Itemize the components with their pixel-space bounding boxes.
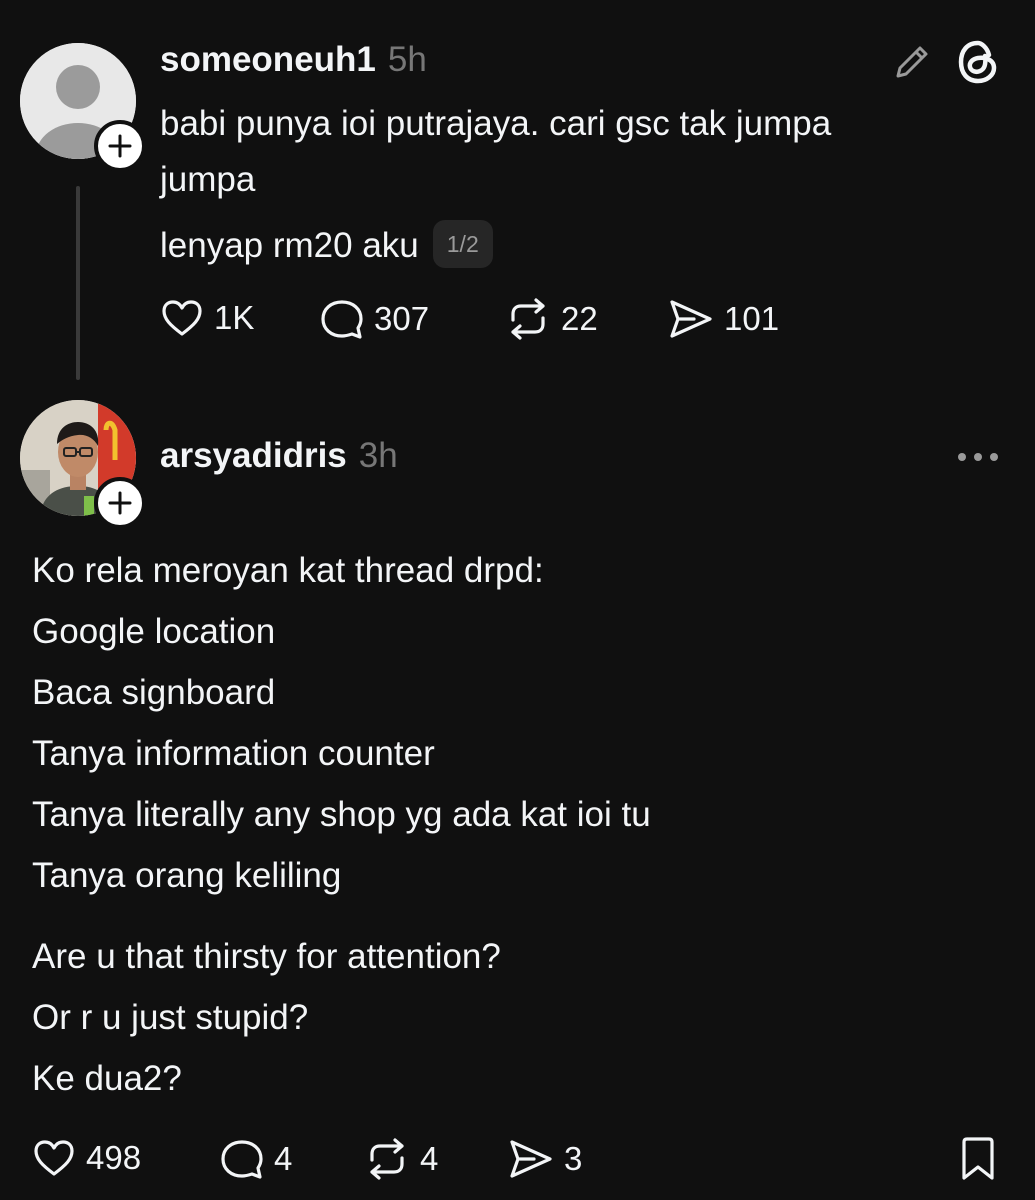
reply-text-line: Ke dua2?: [32, 1059, 182, 1098]
comment-icon: [221, 1140, 263, 1179]
edit-button[interactable]: [890, 40, 934, 84]
timestamp: 5h: [387, 40, 427, 79]
reply-text-line: Tanya information counter: [32, 734, 435, 773]
pencil-icon: [896, 46, 928, 78]
plus-icon: [108, 134, 132, 158]
share-icon: [510, 1140, 552, 1178]
comment-button[interactable]: 307: [320, 298, 429, 340]
comment-count: 307: [374, 300, 430, 337]
repost-icon: [370, 1138, 404, 1180]
repost-icon: [511, 298, 545, 340]
threads-logo-icon: [958, 40, 997, 84]
comment-icon: [321, 300, 363, 339]
repost-button[interactable]: 4: [364, 1138, 438, 1180]
username[interactable]: someoneuh1: [160, 40, 376, 79]
share-button[interactable]: 101: [668, 298, 779, 340]
reply-text-line: Baca signboard: [32, 673, 276, 712]
plus-icon: [108, 491, 132, 515]
threads-app-button[interactable]: [952, 36, 1004, 88]
reply-text-line: Tanya literally any shop yg ada kat ioi …: [32, 795, 651, 834]
like-button[interactable]: 498: [32, 1138, 141, 1178]
repost-count: 4: [420, 1140, 439, 1177]
comment-button[interactable]: 4: [220, 1138, 292, 1180]
reply-text-line: Are u that thirsty for attention?: [32, 937, 501, 976]
share-count: 101: [724, 300, 780, 337]
comment-count: 4: [274, 1140, 293, 1177]
follow-button[interactable]: [94, 120, 146, 172]
bookmark-button[interactable]: [956, 1134, 1000, 1184]
share-button[interactable]: 3: [508, 1138, 582, 1180]
reply-text-line: Tanya orang keliling: [32, 856, 342, 895]
follow-button[interactable]: [94, 477, 146, 529]
reply-body: Ko rela meroyan kat thread drpd: Google …: [32, 540, 992, 1109]
like-count: 1K: [214, 299, 255, 336]
reply-text-line: Or r u just stupid?: [32, 998, 309, 1037]
like-button[interactable]: 1K: [160, 298, 254, 338]
repost-count: 22: [561, 300, 598, 337]
heart-icon: [34, 1140, 74, 1176]
post-text-line-with-badge: lenyap rm20 aku 1/2: [160, 218, 980, 274]
post-text-line: babi punya ioi putrajaya. cari gsc tak j…: [160, 104, 832, 143]
repost-button[interactable]: 22: [505, 298, 598, 340]
post-text-line: jumpa: [160, 160, 256, 199]
timestamp: 3h: [358, 436, 398, 475]
share-icon: [670, 300, 712, 338]
thread-connector-line: [76, 186, 80, 380]
post-header: arsyadidris 3h: [160, 436, 398, 476]
post-text-line: lenyap rm20 aku: [160, 226, 419, 265]
post-body: babi punya ioi putrajaya. cari gsc tak j…: [160, 96, 980, 274]
page-indicator-badge[interactable]: 1/2: [432, 219, 493, 268]
more-options-icon: [958, 453, 998, 461]
more-options-button[interactable]: [952, 440, 1004, 474]
username[interactable]: arsyadidris: [160, 436, 347, 475]
reply-text-line: Google location: [32, 612, 276, 651]
post-header: someoneuh1 5h: [160, 40, 427, 80]
like-count: 498: [86, 1139, 142, 1176]
bookmark-icon: [962, 1137, 994, 1180]
share-count: 3: [564, 1140, 583, 1177]
heart-icon: [162, 300, 202, 336]
reply-text-line: Ko rela meroyan kat thread drpd:: [32, 551, 544, 590]
